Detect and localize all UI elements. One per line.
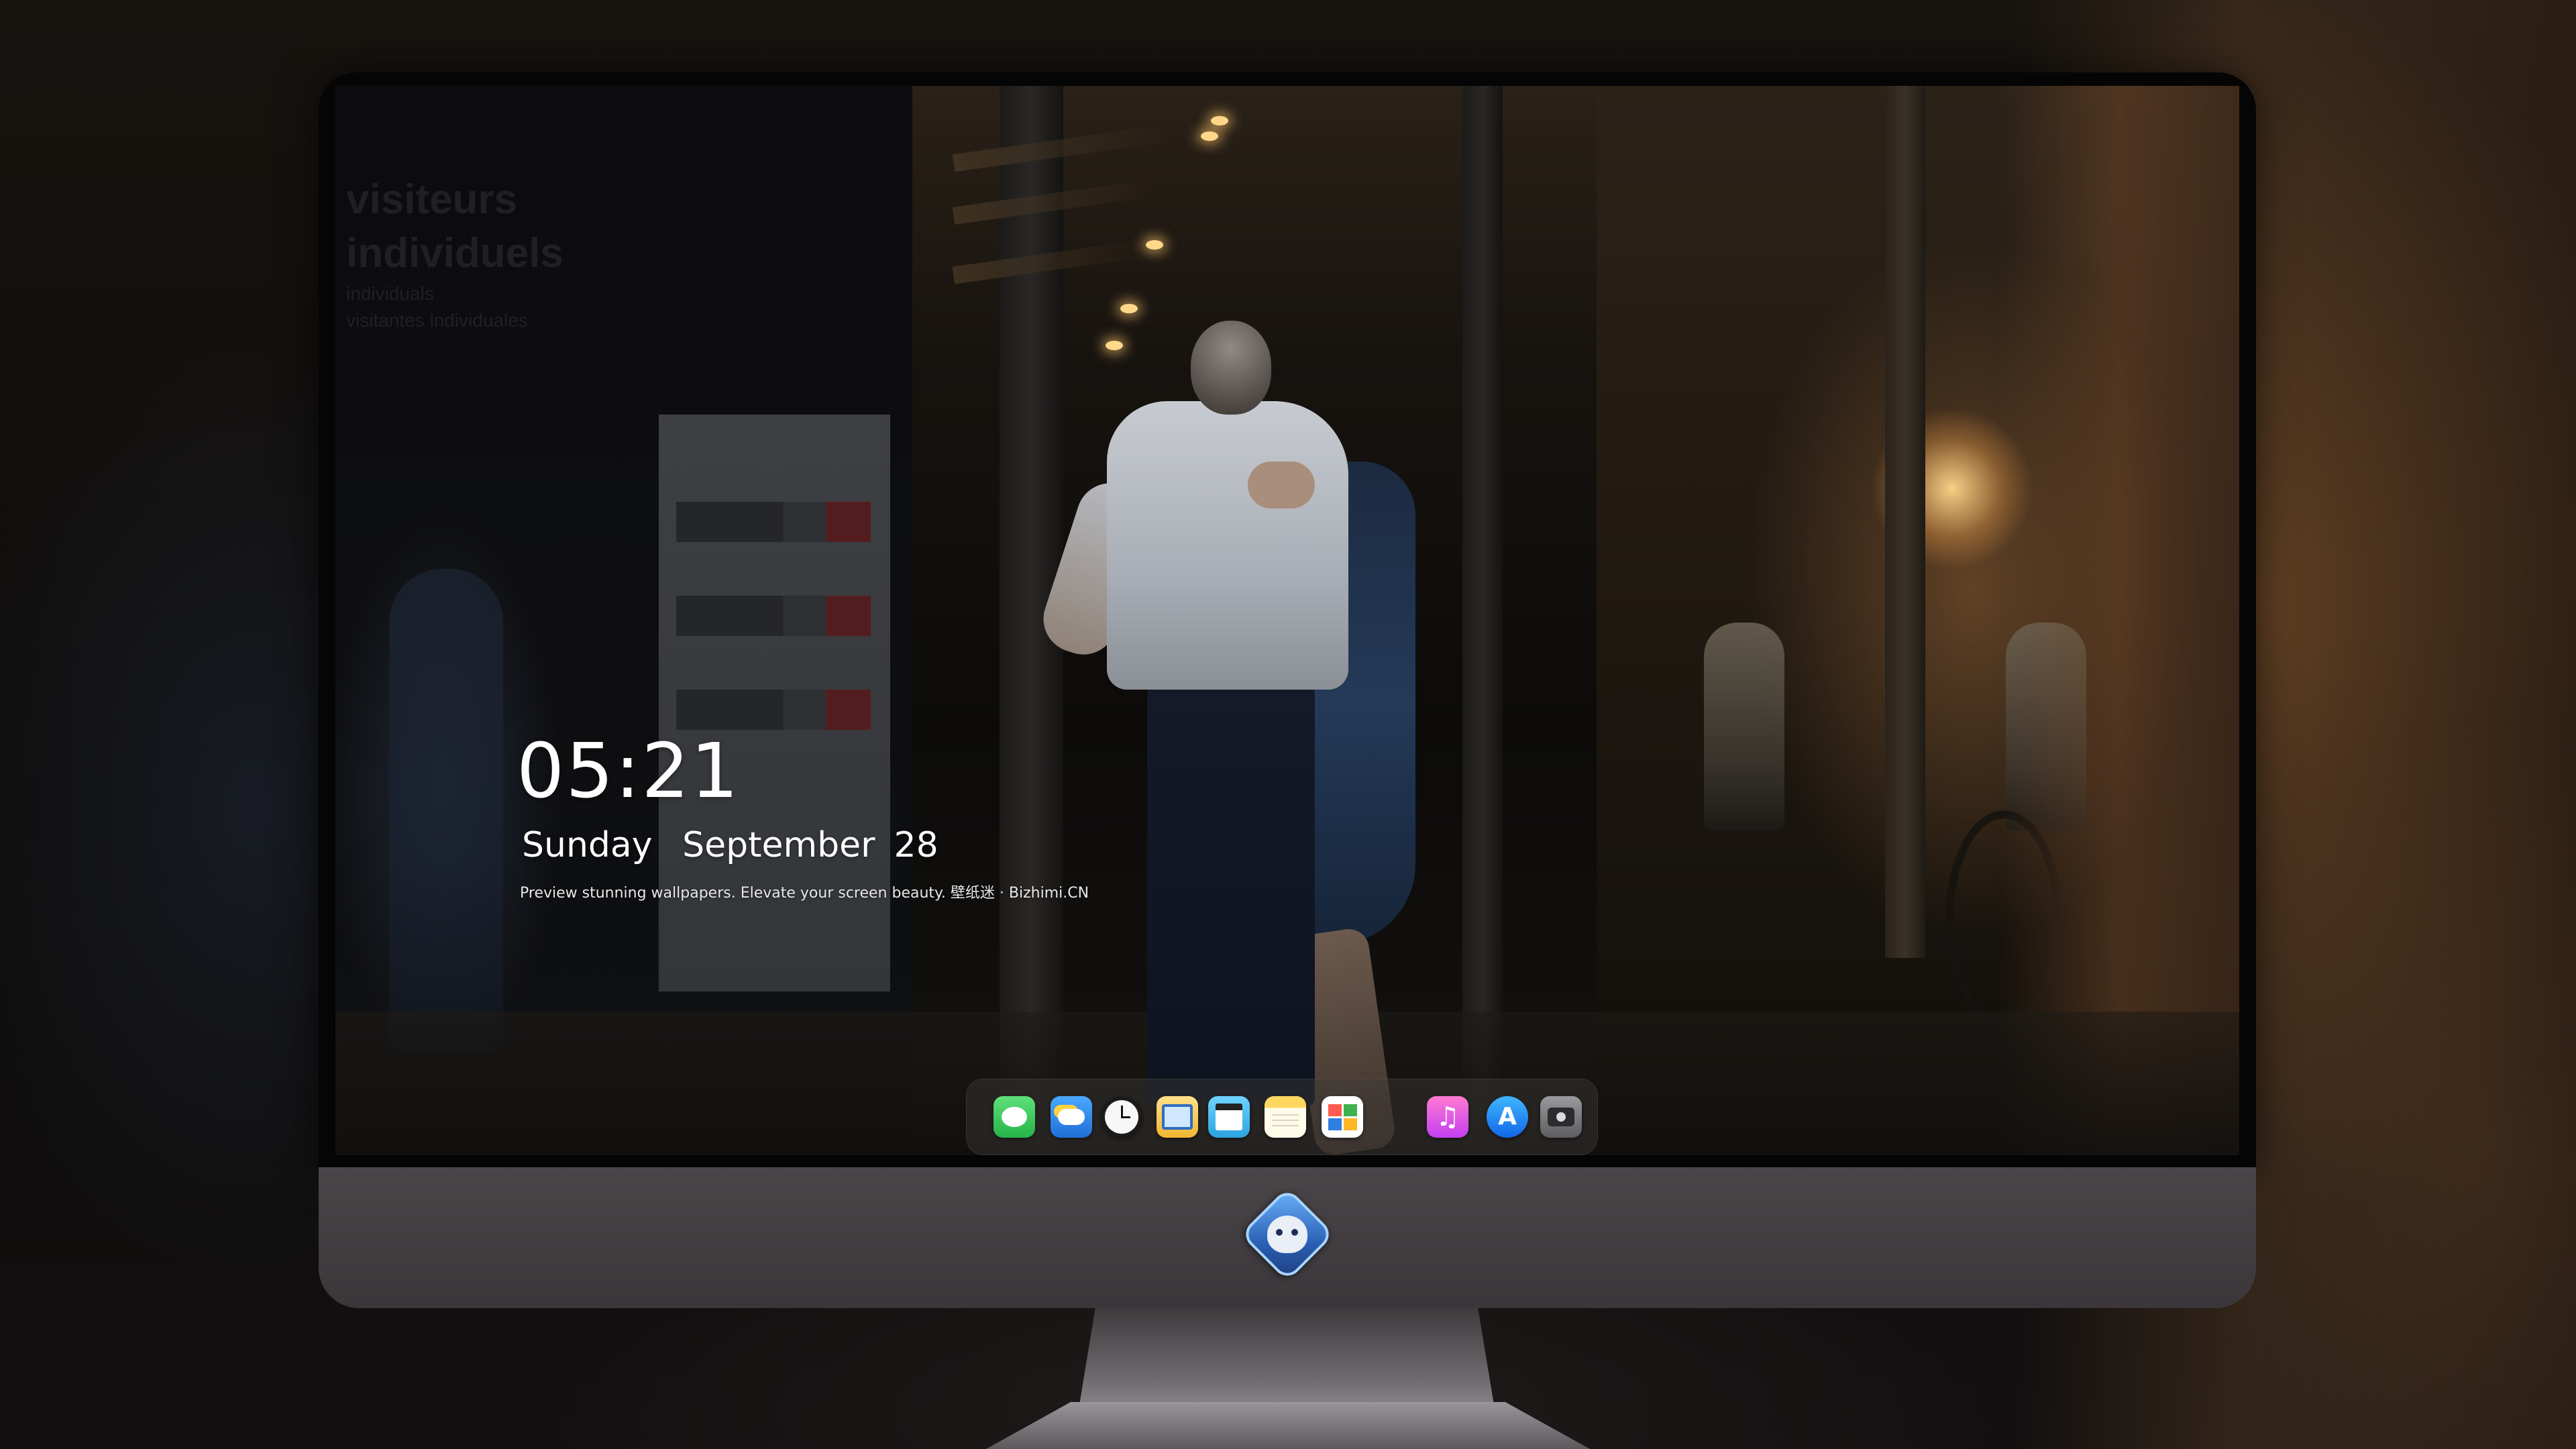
wallpaper-sign-line: individuels (346, 230, 564, 276)
message-bubble-icon (1002, 1107, 1027, 1127)
wallpaper-ceiling-light (1146, 240, 1163, 250)
wallpaper-ceiling-light (1201, 131, 1218, 141)
dock-item-notes[interactable] (1265, 1096, 1306, 1138)
monitor-stand-neck (1079, 1308, 1495, 1409)
info-board-row (676, 690, 871, 730)
wallpaper-pillar (1462, 86, 1503, 1155)
date-day: 28 (894, 825, 938, 865)
clock-icon (1105, 1100, 1138, 1134)
wallpaper-person-silhouette (389, 569, 503, 1052)
preview-icon (1162, 1104, 1193, 1130)
wallpaper-sign-text: visiteurs individuels individuals visita… (346, 173, 564, 334)
cloud-sun-icon (1058, 1109, 1085, 1125)
dock-item-messages[interactable] (994, 1096, 1035, 1138)
dock-item-camera[interactable] (1540, 1096, 1582, 1138)
desktop-screen: visiteurs individuels individuals visita… (335, 86, 2239, 1155)
monitor-stand-base (986, 1402, 1590, 1449)
wallpaper-woman-hand (1248, 462, 1315, 508)
dock-item-clips[interactable] (1208, 1096, 1250, 1138)
wallpaper-left-panel: visiteurs individuels individuals visita… (335, 86, 912, 1155)
info-board-row (676, 502, 871, 542)
wallpaper-right-building (1597, 86, 2239, 1155)
dock-item-clock[interactable] (1101, 1096, 1142, 1138)
wallpaper-man-trousers (1147, 676, 1315, 1106)
dock-item-weather[interactable] (1051, 1096, 1092, 1138)
wallpaper-man-shirt (1107, 401, 1348, 690)
dock-item-photo-booth[interactable] (1322, 1096, 1363, 1138)
camera-icon (1548, 1108, 1574, 1126)
clapperboard-icon (1216, 1104, 1242, 1130)
music-note-icon: ♫ (1436, 1102, 1460, 1132)
wallpaper-ceiling-light (1211, 116, 1228, 125)
brand-logo-mascot-face (1267, 1216, 1307, 1253)
wallpaper-foreground-blur (1999, 86, 2239, 1155)
dock-item-app-store[interactable]: A (1487, 1096, 1528, 1138)
wallpaper-sign-line: individuals (346, 283, 434, 304)
lock-screen-date: Sunday September 28 (522, 824, 938, 867)
wallpaper-ceiling-light (1120, 304, 1138, 313)
date-month: September (682, 825, 875, 865)
wallpaper-sign-line: visitantes individuales (346, 310, 528, 331)
wallpaper-info-board (659, 415, 890, 991)
wallpaper-sign-line: visiteurs (346, 176, 518, 223)
wallpaper-column (1885, 86, 1925, 958)
lock-screen-time: 05:21 (517, 728, 740, 815)
notes-icon (1272, 1114, 1299, 1130)
brand-logo-eye (1291, 1229, 1298, 1236)
dock-item-preview[interactable] (1157, 1096, 1198, 1138)
wallpaper-ceiling-light (1106, 341, 1123, 350)
info-board-row (676, 596, 871, 636)
app-store-icon: A (1498, 1103, 1517, 1130)
brand-logo-eye (1276, 1229, 1283, 1236)
wallpaper-man-head (1191, 321, 1271, 415)
wallpaper-statue (1704, 623, 1784, 830)
photo-grid-icon (1328, 1104, 1357, 1130)
lock-screen-tagline: Preview stunning wallpapers. Elevate you… (520, 885, 1089, 902)
date-weekday: Sunday (522, 825, 653, 865)
dock-item-music[interactable]: ♫ (1427, 1096, 1468, 1138)
